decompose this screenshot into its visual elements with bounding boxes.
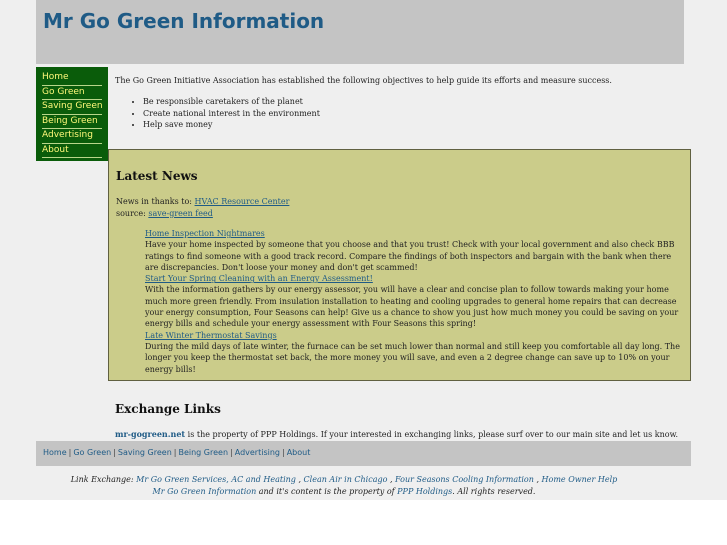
sidebar-nav: Home Go Green Saving Green Being Green A… (36, 67, 108, 161)
separator: | (230, 448, 233, 457)
link-exchange-home-owner[interactable]: Home Owner Help (542, 475, 618, 484)
site-name: mr-gogreen.net (115, 429, 186, 439)
exchange-links-text: mr-gogreen.net is the property of PPP Ho… (115, 429, 678, 439)
header: Mr Go Green Information (36, 0, 684, 64)
sidebar-item-home[interactable]: Home (42, 71, 102, 86)
footer-link-advertising[interactable]: Advertising (235, 448, 280, 457)
separator: , (295, 475, 304, 484)
link-exchange: Link Exchange: Mr Go Green Services, AC … (0, 474, 688, 498)
footer-link-being-green[interactable]: Being Green (178, 448, 228, 457)
list-item: Create national interest in the environm… (143, 108, 320, 120)
link-exchange-site[interactable]: Mr Go Green Information (153, 487, 257, 496)
objectives-list: Be responsible caretakers of the planet … (128, 96, 320, 131)
source-feed-link[interactable]: save-green feed (148, 209, 213, 218)
link-exchange-services[interactable]: Mr Go Green Services, AC and Heating (136, 475, 296, 484)
sidebar-item-about[interactable]: About (42, 144, 102, 158)
news-title: Latest News (116, 169, 198, 183)
separator: , (387, 475, 396, 484)
sidebar-item-go-green[interactable]: Go Green (42, 86, 102, 100)
page: Mr Go Green Information Home Go Green Sa… (0, 0, 727, 500)
exchange-description: is the property of PPP Holdings. If your… (185, 430, 679, 439)
hvac-resource-link[interactable]: HVAC Resource Center (195, 197, 290, 206)
separator: | (282, 448, 285, 457)
list-item: Help save money (143, 119, 320, 131)
intro-text: The Go Green Initiative Association has … (115, 76, 612, 85)
site-title: Mr Go Green Information (43, 9, 325, 33)
news-items: Home Inspection Nightmares Have your hom… (145, 228, 685, 375)
sidebar-item-advertising[interactable]: Advertising (42, 129, 102, 144)
article-body: Have your home inspected by someone that… (145, 240, 675, 272)
footer-link-home[interactable]: Home (43, 448, 67, 457)
link-exchange-prefix: Link Exchange: (70, 475, 137, 484)
article-link[interactable]: Late Winter Thermostat Savings (145, 330, 685, 341)
link-exchange-clean-air[interactable]: Clean Air in Chicago (304, 475, 388, 484)
link-exchange-owner[interactable]: PPP Holdings (397, 487, 452, 496)
article-link[interactable]: Home Inspection Nightmares (145, 228, 685, 239)
separator: , (533, 475, 542, 484)
latest-news-panel: Latest News News in thanks to: HVAC Reso… (108, 149, 691, 381)
footer-link-about[interactable]: About (287, 448, 311, 457)
sidebar-item-saving-green[interactable]: Saving Green (42, 100, 103, 115)
article-link[interactable]: Start Your Spring Cleaning with an Energ… (145, 273, 685, 284)
sidebar-item-being-green[interactable]: Being Green (42, 115, 102, 129)
list-item: Be responsible caretakers of the planet (143, 96, 320, 108)
article-body: During the mild days of late winter, the… (145, 341, 680, 374)
article-body: With the information gathers by our ener… (145, 285, 679, 329)
news-credit: News in thanks to: HVAC Resource Center … (116, 196, 289, 219)
exchange-links-title: Exchange Links (115, 402, 221, 416)
source-prefix: source: (116, 208, 149, 218)
copyright-suffix: . All rights reserved. (452, 487, 536, 496)
separator: | (113, 448, 116, 457)
footer-link-go-green[interactable]: Go Green (73, 448, 111, 457)
link-exchange-cooling[interactable]: Four Seasons Cooling Information (395, 475, 534, 484)
credit-prefix: News in thanks to: (116, 197, 195, 206)
footer-nav: Home | Go Green | Saving Green | Being Green | A… (36, 441, 691, 466)
copyright-middle: and it's content is the property of (256, 487, 398, 496)
footer-link-saving-green[interactable]: Saving Green (118, 448, 172, 457)
